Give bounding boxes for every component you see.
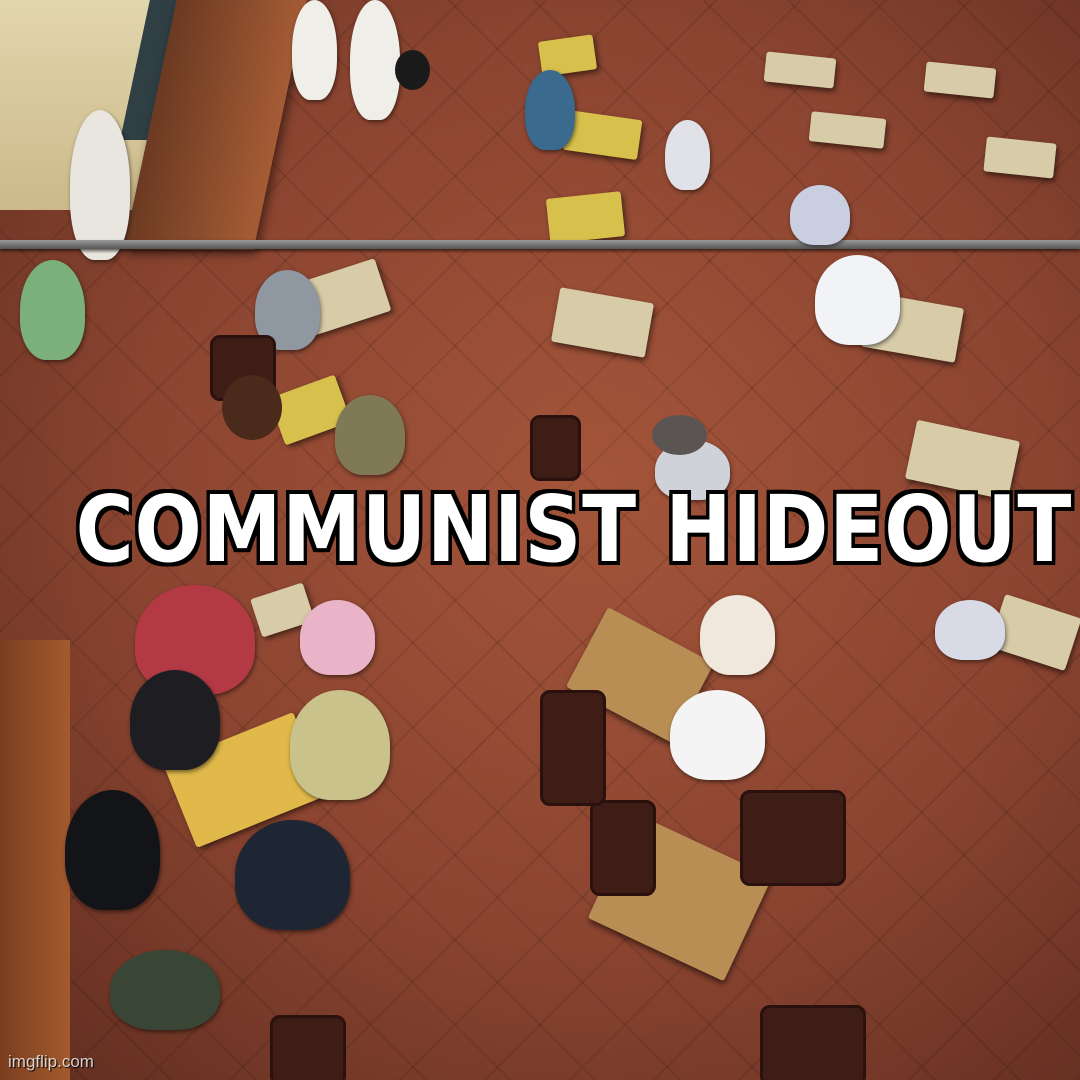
seated-person (525, 70, 575, 150)
wood-paneling (0, 640, 70, 1080)
cafe-table (545, 191, 626, 244)
chair (540, 690, 606, 806)
seated-person (790, 185, 850, 245)
waiter (292, 0, 337, 100)
chair (270, 1015, 346, 1080)
seated-person (65, 790, 160, 910)
seated-person (235, 820, 350, 930)
waiter (70, 110, 130, 260)
chair (760, 1005, 866, 1080)
hanging-lamp (222, 375, 282, 440)
seated-person (335, 395, 405, 475)
imgflip-watermark: imgflip.com (8, 1052, 94, 1071)
seated-person (300, 600, 375, 675)
waiter (350, 0, 400, 120)
cafe-table (983, 136, 1057, 179)
cafe-table (763, 51, 837, 89)
chair (530, 415, 581, 481)
chair (590, 800, 656, 896)
seated-person (700, 595, 775, 675)
seated-person (110, 950, 220, 1030)
seated-person (130, 670, 220, 770)
seated-person (935, 600, 1005, 660)
seated-person (665, 120, 710, 190)
cafe-table (923, 61, 997, 99)
cafe-table (808, 111, 887, 149)
hanging-lamp (395, 50, 430, 90)
meme-image: COMMUNIST HIDEOUT imgflip.com (0, 0, 1080, 1080)
hanging-lamp (652, 415, 707, 455)
seated-person (290, 690, 390, 800)
chair (740, 790, 846, 886)
balcony-railing (0, 240, 1080, 249)
seated-person (670, 690, 765, 780)
cafe-table (550, 287, 655, 358)
seated-person (815, 255, 900, 345)
seated-person (20, 260, 85, 360)
meme-caption: COMMUNIST HIDEOUT (75, 476, 1073, 583)
